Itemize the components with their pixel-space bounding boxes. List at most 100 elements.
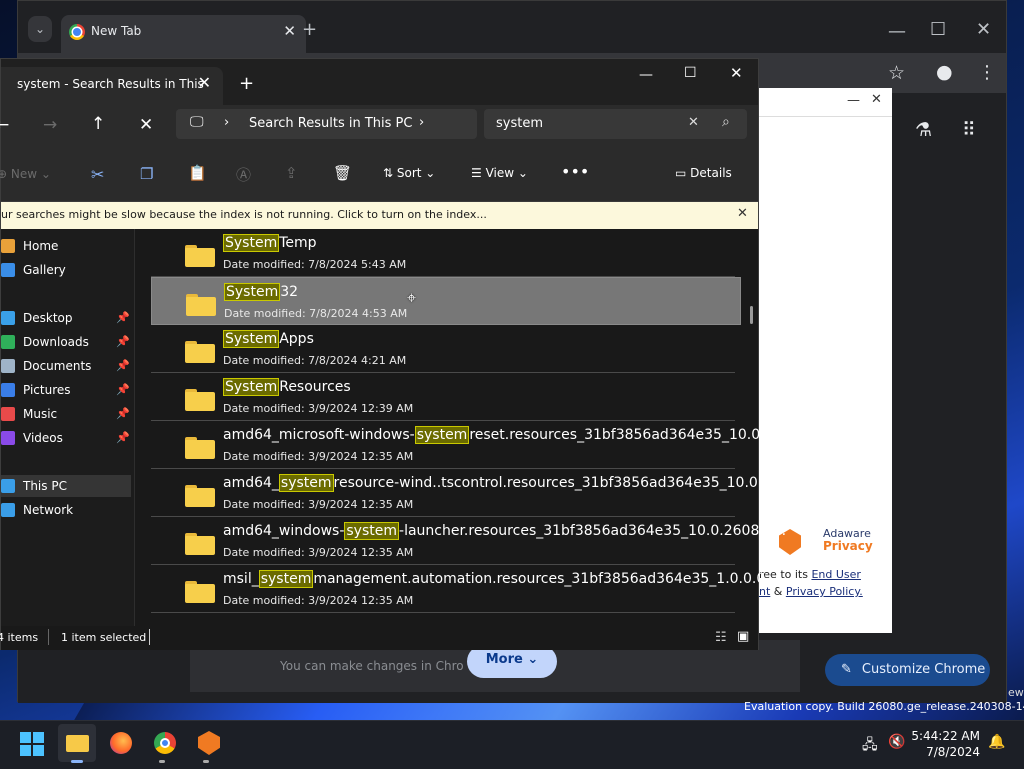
maximize-icon[interactable]: ☐ [684,65,697,81]
copy-icon[interactable]: ❐ [140,165,153,183]
search-icon[interactable]: ⌕ [722,114,730,130]
sidebar-item-documents[interactable]: Documents 📌 [1,355,131,377]
pin-icon[interactable]: 📌 [116,331,130,353]
minimize-icon[interactable]: — [888,21,906,42]
name-suffix: -launcher.resources_31bf3856ad364e35_10.… [399,523,787,539]
sidebar-item-label: Gallery [23,263,66,277]
adaware-close-icon[interactable]: ✕ [871,92,882,107]
cut-icon[interactable]: ✂ [91,165,104,184]
share-icon[interactable]: ⇪ [285,164,298,182]
result-row[interactable]: System Temp Date modified: 7/8/2024 5:43 A… [151,229,735,277]
music-icon [1,407,15,421]
index-warning-text[interactable]: ur searches might be slow because the in… [1,208,487,221]
forward-icon[interactable]: → [43,115,57,135]
adaware-taskbar-button[interactable] [190,724,228,762]
back-icon[interactable]: ← [0,115,9,135]
pin-icon[interactable]: 📌 [116,403,130,425]
results-scrollbar[interactable] [750,306,753,324]
sidebar-item-this-pc[interactable]: This PC [1,475,131,497]
result-row[interactable]: amd64_windows-system -launcher.resources_… [151,517,786,565]
new-button[interactable]: ⊕ New ⌄ [0,167,51,181]
paste-icon[interactable]: 📋 [188,164,207,182]
search-highlight: system [344,522,400,540]
folder-icon [66,735,89,752]
details-view-icon[interactable]: ☷ [715,630,727,645]
sidebar-item-gallery[interactable]: Gallery [1,259,131,281]
breadcrumb-location[interactable]: Search Results in This PC [249,116,412,131]
result-row[interactable]: System Resources Date modified: 3/9/2024 1… [151,373,735,421]
network-tray-icon[interactable]: 🖧 [862,734,878,758]
start-button[interactable] [20,732,44,756]
sidebar-item-videos[interactable]: Videos 📌 [1,427,131,449]
new-tab-button[interactable]: + [302,19,317,40]
result-row[interactable]: msil_ system management.automation.resourc… [151,565,786,613]
pin-icon[interactable]: 📌 [116,379,130,401]
result-row[interactable]: System 32 Date modified: 7/8/2024 4:53 AM [151,277,741,325]
result-row[interactable]: amd64_microsoft-windows-system reset.reso… [151,421,778,469]
result-row[interactable]: System Apps Date modified: 7/8/2024 4:21 A… [151,325,735,373]
sidebar-item-music[interactable]: Music 📌 [1,403,131,425]
rename-icon[interactable]: Ⓐ [236,164,251,185]
delete-icon[interactable]: 🗑 [333,164,352,182]
customize-chrome-button[interactable]: ✎ Customize Chrome [825,654,990,686]
chrome-taskbar-button[interactable] [146,724,184,762]
details-pane-button[interactable]: ▭ Details [675,166,732,180]
sidebar-item-home[interactable]: Home [1,235,131,257]
pin-icon[interactable]: 📌 [116,307,130,329]
bookmark-star-icon[interactable]: ☆ [888,62,905,84]
volume-muted-icon[interactable]: 🔇 [888,734,905,750]
chrome-tab-new-tab[interactable]: New Tab ✕ [61,15,306,53]
apps-grid-icon[interactable]: ⠿ [962,119,976,141]
sidebar-item-network[interactable]: Network [1,499,131,521]
clock[interactable]: 5:44:22 AM 7/8/2024 [908,728,980,760]
chrome-tab-label: New Tab [91,24,142,38]
result-date: Date modified: 3/9/2024 12:35 AM [223,594,414,607]
chrome-icon [69,24,85,40]
view-button[interactable]: ☰ View ⌄ [471,166,528,180]
privacy-policy-link[interactable]: Privacy Policy. [786,585,863,598]
new-label: New [10,167,38,181]
firefox-taskbar-button[interactable] [102,724,140,762]
stop-icon[interactable]: ✕ [139,115,153,135]
name-suffix: Apps [279,331,314,347]
eula-link[interactable]: End User [811,568,860,581]
explorer-tab[interactable]: system - Search Results in This ✕ [1,67,223,105]
new-tab-button[interactable]: + [239,73,254,94]
close-icon[interactable]: ✕ [976,19,991,40]
firefox-icon [110,732,132,754]
dismiss-warning-icon[interactable]: ✕ [737,206,748,221]
tab-search-button[interactable]: ⌄ [28,16,52,42]
large-icons-view-icon[interactable]: ▣ [737,629,749,644]
search-input[interactable]: system [496,116,543,131]
pin-icon[interactable]: 📌 [116,355,130,377]
maximize-icon[interactable]: ☐ [930,19,946,40]
index-warning-bar[interactable]: ur searches might be slow because the in… [1,202,758,229]
more-options-icon[interactable]: ••• [561,162,589,181]
sidebar-item-pictures[interactable]: Pictures 📌 [1,379,131,401]
close-tab-icon[interactable]: ✕ [283,22,296,40]
profile-icon[interactable]: ● [936,61,953,83]
navigation-pane: Home Gallery Desktop 📌 Downloads 📌 Documents 📌 P… [1,229,135,626]
sidebar-item-downloads[interactable]: Downloads 📌 [1,331,131,353]
details-pane-icon: ▭ [675,166,687,180]
sort-button[interactable]: ⇅ Sort ⌄ [383,166,435,180]
clear-search-icon[interactable]: ✕ [688,115,699,130]
up-icon[interactable]: ↑ [91,114,105,134]
name-suffix: Resources [279,379,351,395]
address-bar[interactable]: 🖵 › Search Results in This PC › [176,109,477,139]
breadcrumb-chevron-icon[interactable]: › [419,115,424,130]
adaware-minimize-icon[interactable]: — [847,93,860,108]
chrome-menu-icon[interactable]: ⋮ [978,62,996,83]
clock-time: 5:44:22 AM [911,729,980,743]
file-explorer-taskbar-button[interactable] [58,724,96,762]
close-tab-icon[interactable]: ✕ [198,73,211,92]
minimize-icon[interactable]: — [639,67,653,83]
notification-bell-icon[interactable]: 🔔 [988,734,1005,750]
sidebar-item-desktop[interactable]: Desktop 📌 [1,307,131,329]
result-row[interactable]: amd64_ system resource-wind..tscontrol.res… [151,469,785,517]
search-box[interactable]: system ✕ ⌕ [484,109,747,139]
close-icon[interactable]: ✕ [730,64,743,82]
sort-label: Sort [396,166,422,180]
labs-flask-icon[interactable]: ⚗ [915,119,932,141]
pin-icon[interactable]: 📌 [116,427,130,449]
